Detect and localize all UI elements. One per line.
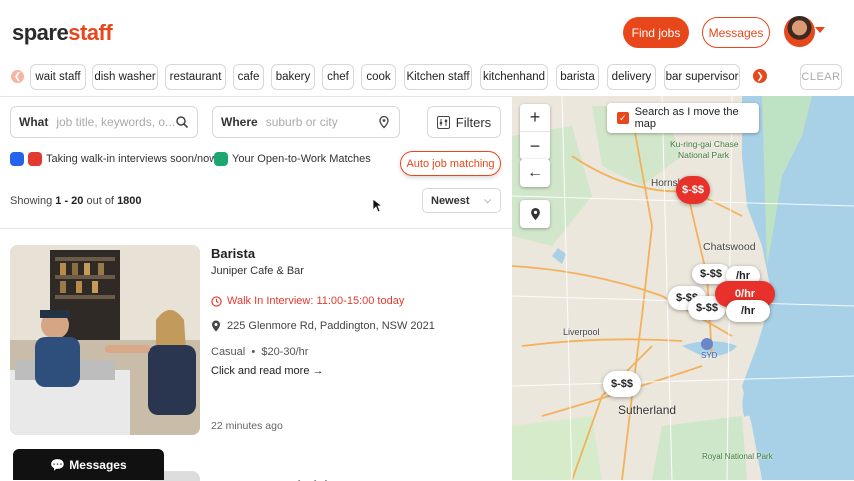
- job-pay: Casual • $20-30/hr: [211, 346, 309, 358]
- job-company: Juniper Cafe & Bar: [211, 265, 304, 277]
- chip-wait-staff[interactable]: wait staff: [30, 64, 86, 90]
- sort-select[interactable]: Newest ⌵: [422, 188, 501, 213]
- chip-bar-supervisor[interactable]: bar supervisor: [664, 64, 740, 90]
- where-search-field[interactable]: Where suburb or city: [212, 106, 400, 138]
- clock-icon: [211, 295, 222, 307]
- chip-kitchen-staff[interactable]: Kitchen staff: [404, 64, 472, 90]
- search-icon[interactable]: [175, 115, 189, 129]
- what-search-field[interactable]: What job title, keywords, o...: [10, 106, 198, 138]
- results-count: Showing 1 - 20 out of 1800: [10, 195, 142, 207]
- back-arrow-button[interactable]: ←: [520, 159, 550, 187]
- legend-open-label: Your Open-to-Work Matches: [232, 153, 371, 165]
- chip-cook[interactable]: cook: [361, 64, 396, 90]
- map[interactable]: Hornsby Chatswood Liverpool Sutherland K…: [512, 96, 854, 480]
- filters-button[interactable]: Filters: [427, 106, 501, 138]
- messages-bar[interactable]: 💬 Messages: [13, 449, 164, 480]
- arrow-left-icon: ←: [527, 164, 543, 181]
- chip-bakery[interactable]: bakery: [271, 64, 315, 90]
- chevron-right-icon[interactable]: ❯: [753, 69, 767, 83]
- divider: [0, 228, 512, 229]
- checkbox-checked-icon[interactable]: ✓: [617, 112, 629, 124]
- chip-kitchenhand[interactable]: kitchenhand: [480, 64, 548, 90]
- legend-walkin-label: Taking walk-in interviews soon/now: [46, 153, 218, 165]
- place-royal-np: Royal National Park: [702, 452, 773, 461]
- place-chatswood: Chatswood: [703, 241, 756, 253]
- job-address: 225 Glenmore Rd, Paddington, NSW 2021: [211, 320, 435, 332]
- auto-job-matching-button[interactable]: Auto job matching: [400, 151, 501, 176]
- place-sutherland: Sutherland: [618, 403, 677, 417]
- location-pin-icon: [212, 320, 220, 332]
- address-text: 225 Glenmore Rd, Paddington, NSW 2021: [227, 320, 435, 332]
- place-syd: SYD: [701, 351, 718, 360]
- messages-button[interactable]: Messages: [702, 17, 770, 48]
- place-national-park: National Park: [678, 150, 730, 160]
- map-pin[interactable]: /hr: [726, 300, 770, 322]
- place-liverpool: Liverpool: [563, 327, 600, 337]
- chip-delivery[interactable]: delivery: [607, 64, 656, 90]
- read-more-link[interactable]: Click and read more →: [211, 365, 324, 377]
- find-jobs-button[interactable]: Find jobs: [623, 17, 689, 48]
- what-label: What: [19, 115, 49, 129]
- sort-value: Newest: [431, 194, 470, 207]
- chevron-left-icon[interactable]: ❮: [11, 70, 24, 83]
- filters-icon: [436, 115, 450, 129]
- red-square-icon: [28, 152, 42, 166]
- walkin-interview: Walk In Interview: 11:00-15:00 today: [211, 295, 404, 307]
- cursor-icon: [373, 199, 383, 213]
- category-chips: ❮ wait staff dish washer restaurant cafe…: [0, 62, 854, 96]
- chat-icon: 💬: [50, 457, 66, 472]
- zoom-control: + −: [520, 104, 550, 160]
- legend-walkin: Taking walk-in interviews soon/now: [10, 152, 217, 166]
- filters-label: Filters: [455, 114, 492, 130]
- chip-restaurant[interactable]: restaurant: [165, 64, 226, 90]
- location-pin-icon[interactable]: [377, 115, 391, 129]
- search-as-move-toggle[interactable]: ✓ Search as I move the map: [607, 103, 759, 133]
- job-title[interactable]: Barista: [211, 246, 255, 261]
- clear-button[interactable]: CLEAR: [800, 64, 842, 90]
- logo[interactable]: sparestaff: [12, 20, 113, 46]
- chip-dish-washer[interactable]: dish washer: [92, 64, 158, 90]
- map-pin[interactable]: $-$$: [603, 371, 641, 397]
- blue-square-icon: [10, 152, 24, 166]
- job-list-panel: What job title, keywords, o... Where sub…: [0, 96, 512, 481]
- chevron-down-icon: ⌵: [484, 195, 491, 205]
- what-placeholder[interactable]: job title, keywords, o...: [56, 115, 175, 129]
- where-label: Where: [221, 115, 258, 129]
- job-photo[interactable]: [10, 245, 200, 435]
- chip-chef[interactable]: chef: [322, 64, 354, 90]
- caret-down-icon[interactable]: [815, 27, 825, 33]
- posted-time: 22 minutes ago: [211, 420, 283, 432]
- messages-bar-label: Messages: [69, 457, 127, 472]
- zoom-in-button[interactable]: +: [520, 104, 550, 132]
- chip-cafe[interactable]: cafe: [233, 64, 264, 90]
- locate-button[interactable]: [520, 200, 550, 228]
- header: sparestaff Find jobs Messages: [0, 0, 854, 62]
- arrow-right-icon: →: [312, 365, 324, 377]
- search-as-move-label: Search as I move the map: [634, 106, 739, 130]
- where-placeholder[interactable]: suburb or city: [266, 115, 338, 129]
- chip-barista[interactable]: barista: [556, 64, 599, 90]
- place-kuringgai: Ku-ring-gai Chase: [670, 139, 739, 149]
- green-square-icon: [214, 152, 228, 166]
- walkin-text: Walk In Interview: 11:00-15:00 today: [227, 295, 405, 307]
- zoom-out-button[interactable]: −: [520, 132, 550, 160]
- map-pin[interactable]: $-$$: [676, 176, 710, 204]
- location-pin-icon: [530, 207, 540, 221]
- legend-open-to-work: Your Open-to-Work Matches: [214, 152, 371, 166]
- avatar[interactable]: [784, 16, 815, 47]
